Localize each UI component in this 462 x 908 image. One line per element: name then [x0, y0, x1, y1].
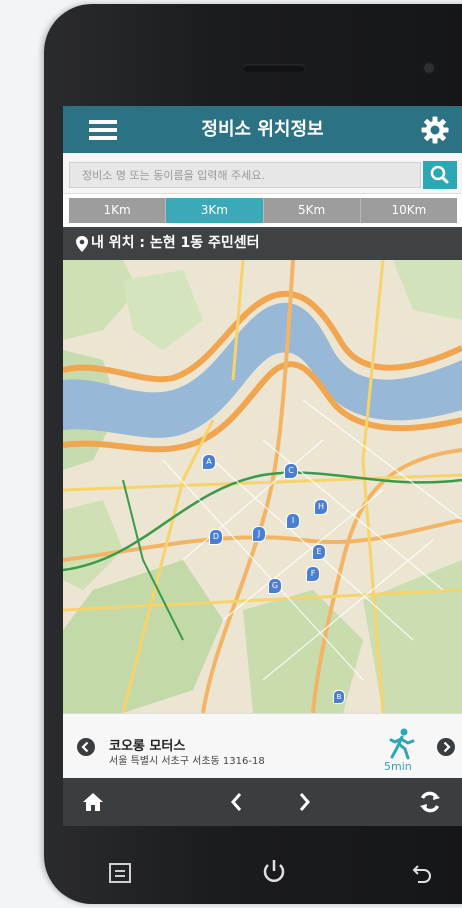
tab-1km[interactable]: 1Km: [69, 198, 167, 223]
app-screen: 정비소 위치정보 정비소 명 또는 동이름을 입력해 주세요. 1Km 3Km …: [63, 106, 462, 826]
map-marker-i[interactable]: I: [286, 513, 300, 529]
home-icon[interactable]: [82, 791, 104, 813]
map-marker-f[interactable]: F: [306, 566, 320, 582]
tab-5km[interactable]: 5Km: [264, 198, 361, 223]
back-icon[interactable]: [410, 862, 434, 884]
next-shop-button[interactable]: [437, 738, 455, 756]
search-input[interactable]: 정비소 명 또는 동이름을 입력해 주세요.: [69, 162, 421, 188]
map-view[interactable]: C H I D J E F G A B: [63, 260, 462, 713]
back-arrow-icon[interactable]: [227, 791, 247, 813]
front-camera: [422, 61, 436, 75]
map-marker-e[interactable]: E: [312, 544, 326, 560]
distance-tabs: 1Km 3Km 5Km 10Km: [69, 198, 457, 223]
map-marker-h[interactable]: H: [314, 499, 328, 515]
tab-10km[interactable]: 10Km: [361, 198, 457, 223]
map-marker-d[interactable]: D: [209, 529, 223, 545]
map-marker-a[interactable]: A: [202, 454, 216, 470]
prev-shop-button[interactable]: [77, 738, 95, 756]
chevron-right-icon: [443, 741, 451, 753]
menu-hardware-button[interactable]: [108, 862, 132, 884]
power-icon[interactable]: [259, 856, 289, 886]
walk-time: 5min: [384, 760, 412, 773]
search-icon: [430, 165, 449, 184]
search-button[interactable]: [423, 161, 457, 189]
earpiece-speaker: [243, 64, 305, 72]
shop-address: 서울 특별시 서초구 서초동 1316-18: [109, 756, 265, 767]
map-marker-b[interactable]: B: [333, 690, 345, 704]
location-pin-icon: [76, 236, 88, 252]
walking-person-icon: [389, 728, 415, 760]
my-location-text: 내 위치 : 논현 1동 주민센터: [91, 235, 260, 251]
gear-icon[interactable]: [421, 116, 449, 144]
map-marker-j[interactable]: J: [252, 526, 266, 542]
forward-arrow-icon[interactable]: [294, 791, 314, 813]
map-canvas: [63, 260, 462, 713]
bottom-nav-bar: [63, 778, 462, 826]
page-title: 정비소 위치정보: [201, 119, 324, 140]
header-bar: 정비소 위치정보: [63, 106, 462, 153]
chevron-left-icon: [81, 741, 89, 753]
tab-3km[interactable]: 3Km: [166, 198, 264, 223]
map-marker-g[interactable]: G: [268, 578, 282, 594]
map-marker-c[interactable]: C: [284, 463, 298, 479]
my-location-bar: 내 위치 : 논현 1동 주민센터: [63, 227, 462, 260]
shop-info-bar[interactable]: 코오롱 모터스 서울 특별시 서초구 서초동 1316-18 5min: [63, 713, 462, 779]
refresh-icon[interactable]: [417, 789, 443, 815]
